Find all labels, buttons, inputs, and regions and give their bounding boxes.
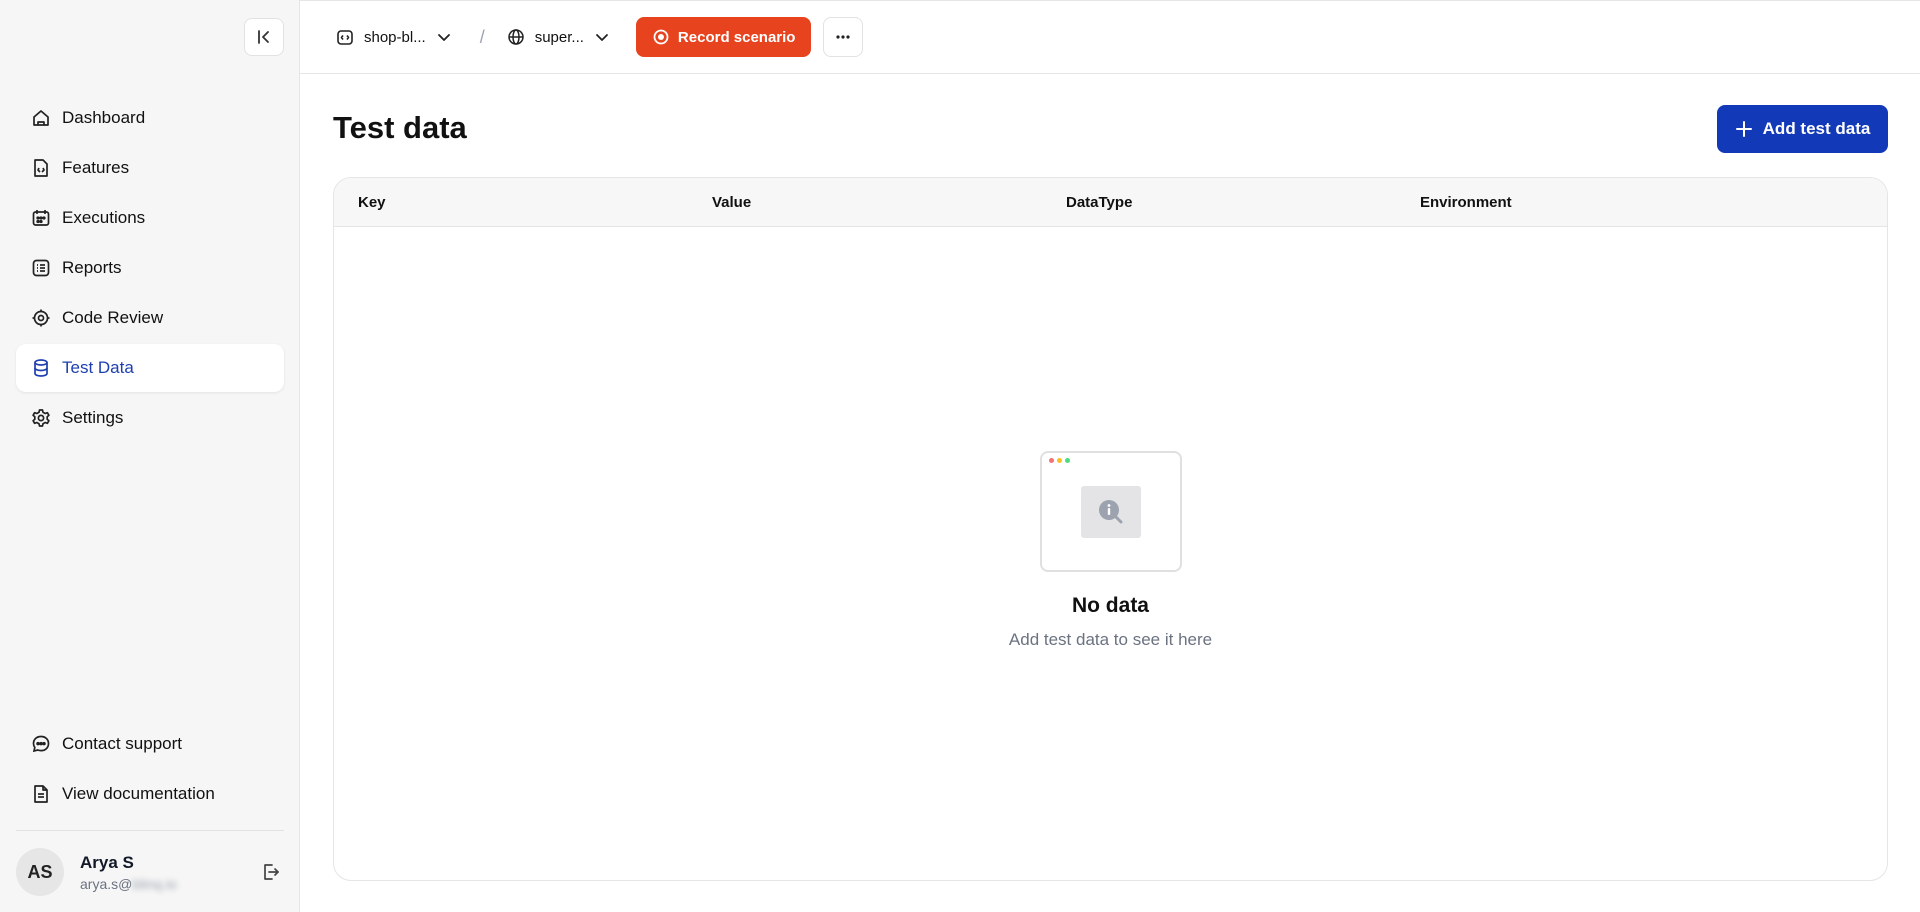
- database-icon: [30, 357, 52, 379]
- sidebar-item-label: Settings: [62, 408, 124, 427]
- magnifier-info-icon: [1080, 486, 1141, 538]
- sidebar-item-reports[interactable]: Reports: [16, 244, 284, 292]
- view-documentation-label: View documentation: [62, 784, 215, 803]
- empty-state-subtitle: Add test data to see it here: [1008, 630, 1213, 649]
- sidebar-divider: [16, 830, 284, 831]
- more-horizontal-icon: [836, 35, 851, 39]
- add-test-data-button[interactable]: Add test data: [1717, 105, 1888, 153]
- sidebar: Dashboard Features Executions Reports Co…: [0, 0, 300, 912]
- collapse-left-icon: [258, 30, 269, 44]
- sidebar-item-features[interactable]: Features: [16, 144, 284, 192]
- sidebar-item-executions[interactable]: Executions: [16, 194, 284, 242]
- breadcrumb-separator: /: [479, 26, 485, 47]
- sidebar-item-label: Executions: [62, 208, 146, 227]
- test-data-table: Key Value DataType Environment No data A…: [333, 177, 1888, 881]
- record-scenario-label: Record scenario: [677, 28, 796, 46]
- sidebar-item-label: Dashboard: [62, 108, 146, 127]
- logout-button[interactable]: [258, 859, 284, 885]
- user-email-blurred: blinq.io: [132, 875, 177, 892]
- calendar-icon: [30, 207, 52, 229]
- record-scenario-button[interactable]: Record scenario: [635, 17, 812, 57]
- settings-icon: [30, 407, 52, 429]
- environment-selector[interactable]: super...: [507, 27, 610, 47]
- window-dots: [1048, 458, 1073, 463]
- window-dot-green: [1064, 458, 1070, 463]
- contact-support-label: Contact support: [62, 734, 183, 753]
- contact-support-link[interactable]: Contact support: [16, 720, 284, 768]
- top-bar: shop-bl... / super... Record scenario: [300, 0, 1920, 74]
- logout-icon: [264, 864, 279, 880]
- sidebar-item-dashboard[interactable]: Dashboard: [16, 94, 284, 142]
- user-name: Arya S: [80, 852, 134, 872]
- chevron-down-icon: [436, 29, 452, 45]
- globe-icon: [507, 27, 527, 47]
- chevron-down-icon: [594, 29, 610, 45]
- project-name: shop-bl...: [364, 28, 426, 46]
- environment-name: super...: [534, 28, 584, 46]
- list-report-icon: [30, 257, 52, 279]
- sidebar-item-label: Test Data: [62, 358, 134, 377]
- add-test-data-label: Add test data: [1762, 119, 1871, 138]
- view-documentation-link[interactable]: View documentation: [16, 770, 284, 818]
- project-icon: [336, 27, 356, 47]
- plus-icon: [1735, 120, 1753, 138]
- sidebar-item-test-data[interactable]: Test Data: [16, 344, 284, 392]
- sidebar-item-label: Reports: [62, 258, 122, 277]
- sidebar-item-code-review[interactable]: Code Review: [16, 294, 284, 342]
- user-email: arya.s@blinq.io: [80, 876, 258, 892]
- sidebar-nav: Dashboard Features Executions Reports Co…: [16, 94, 284, 444]
- column-header-key[interactable]: Key: [334, 194, 688, 211]
- sidebar-item-label: Code Review: [62, 308, 164, 327]
- collapse-sidebar-button[interactable]: [244, 18, 284, 56]
- empty-state-title: No data: [1071, 594, 1149, 617]
- window-dot-yellow: [1056, 458, 1062, 463]
- sidebar-item-label: Features: [62, 158, 130, 177]
- project-selector[interactable]: shop-bl...: [336, 27, 452, 47]
- column-header-environment[interactable]: Environment: [1396, 194, 1750, 211]
- user-profile: AS Arya S arya.s@blinq.io: [16, 846, 284, 898]
- record-icon: [652, 28, 670, 46]
- home-icon: [30, 107, 52, 129]
- empty-state: No data Add test data to see it here: [334, 451, 1887, 650]
- user-info: Arya S arya.s@blinq.io: [80, 853, 258, 892]
- table-header: Key Value DataType Environment: [334, 178, 1887, 227]
- sidebar-item-settings[interactable]: Settings: [16, 394, 284, 442]
- user-email-visible: arya.s@: [80, 875, 133, 892]
- more-options-button[interactable]: [823, 17, 864, 57]
- avatar[interactable]: AS: [16, 848, 64, 896]
- document-icon: [30, 783, 52, 805]
- chat-icon: [30, 733, 52, 755]
- gear-outline-icon: [30, 307, 52, 329]
- page-title: Test data: [333, 110, 467, 145]
- sidebar-bottom-links: Contact support View documentation: [16, 720, 284, 820]
- empty-state-illustration: [1039, 451, 1182, 572]
- column-header-datatype[interactable]: DataType: [1042, 194, 1396, 211]
- feature-file-icon: [30, 157, 52, 179]
- column-header-value[interactable]: Value: [688, 194, 1042, 211]
- window-dot-red: [1048, 458, 1054, 463]
